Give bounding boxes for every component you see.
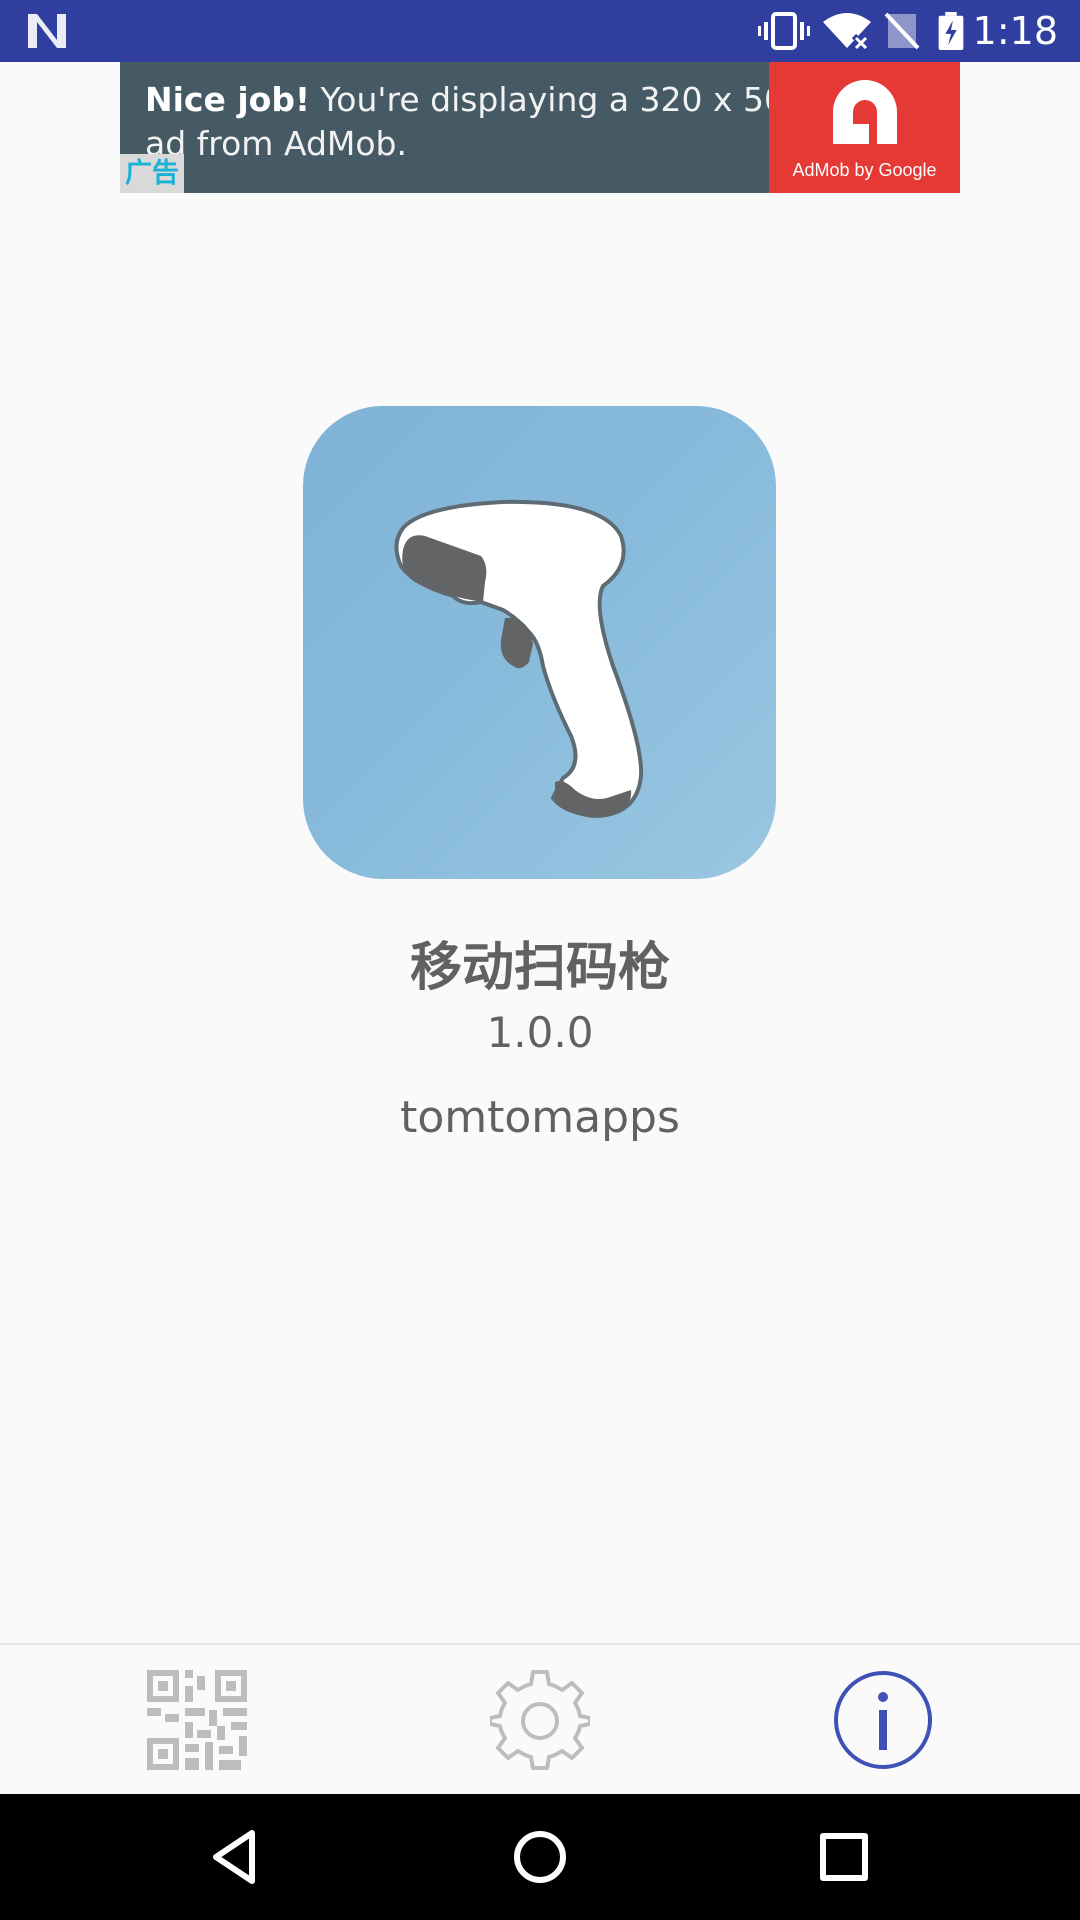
app-icon bbox=[303, 406, 776, 879]
system-navigation-bar bbox=[0, 1794, 1080, 1920]
back-icon[interactable] bbox=[206, 1827, 266, 1887]
vibrate-icon bbox=[758, 12, 810, 50]
battery-charging-icon bbox=[938, 12, 964, 50]
nav-info-button[interactable] bbox=[833, 1670, 933, 1770]
app-version: 1.0.0 bbox=[486, 1008, 594, 1057]
recents-icon[interactable] bbox=[814, 1827, 874, 1887]
no-sim-icon bbox=[884, 12, 920, 50]
ad-headline: Nice job! bbox=[145, 80, 311, 119]
app-developer: tomtomapps bbox=[400, 1092, 680, 1143]
info-icon bbox=[834, 1671, 932, 1769]
nav-scan-button[interactable] bbox=[147, 1670, 247, 1770]
app-screen: 1:18 Nice job! You're displaying a 320 x… bbox=[0, 0, 1080, 1920]
status-clock: 1:18 bbox=[972, 9, 1058, 53]
nav-settings-button[interactable] bbox=[490, 1670, 590, 1770]
ad-banner[interactable]: Nice job! You're displaying a 320 x 50 t… bbox=[120, 62, 960, 193]
ad-badge: 广告 bbox=[120, 154, 184, 193]
admob-logo: AdMob by Google bbox=[769, 62, 960, 193]
home-icon[interactable] bbox=[510, 1827, 570, 1887]
qr-code-icon bbox=[147, 1670, 247, 1770]
admob-icon bbox=[833, 80, 897, 144]
app-name: 移动扫码枪 bbox=[409, 938, 670, 998]
admob-logo-text: AdMob by Google bbox=[792, 160, 937, 180]
wifi-icon bbox=[823, 13, 871, 50]
n-logo-icon bbox=[28, 14, 66, 48]
barcode-scanner-icon bbox=[394, 499, 644, 819]
status-bar: 1:18 bbox=[0, 0, 1080, 62]
settings-icon bbox=[490, 1670, 590, 1770]
bottom-navigation bbox=[0, 1643, 1080, 1796]
